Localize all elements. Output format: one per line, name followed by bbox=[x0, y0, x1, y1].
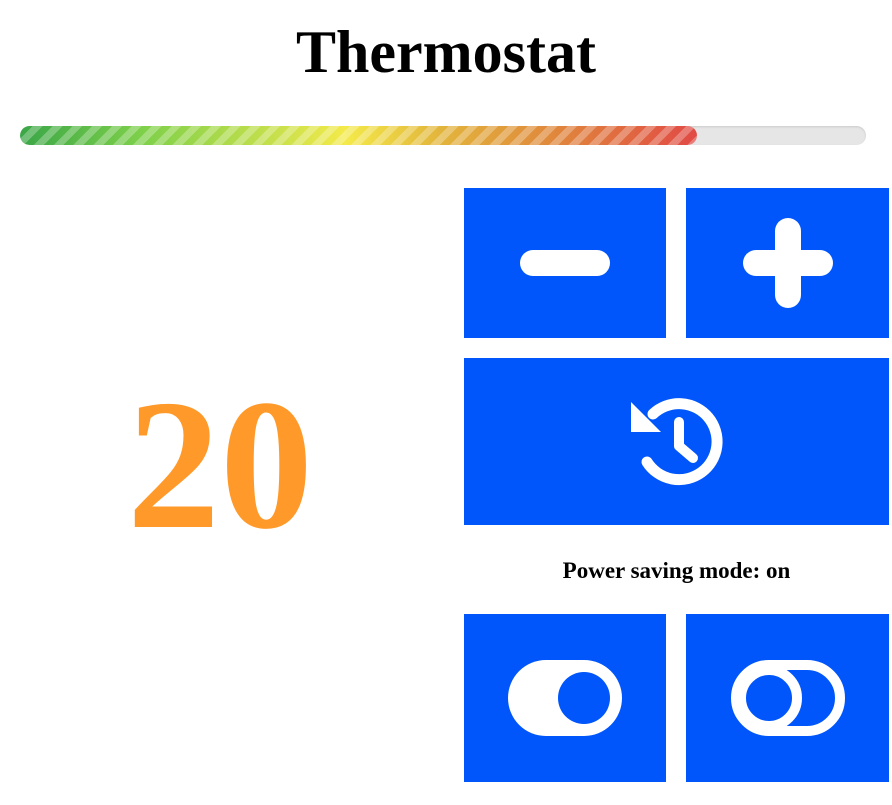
minus-icon bbox=[520, 250, 610, 276]
power-saving-status: Power saving mode: on bbox=[562, 558, 791, 583]
plus-icon bbox=[742, 218, 833, 308]
reset-history-button[interactable] bbox=[464, 358, 889, 525]
temperature-display: 20 bbox=[127, 362, 313, 568]
toggle-off-icon bbox=[730, 660, 845, 736]
power-saving-on-button[interactable] bbox=[464, 614, 666, 782]
toggle-on-icon bbox=[508, 660, 622, 736]
history-icon bbox=[627, 392, 727, 492]
temperature-gauge-fill bbox=[20, 126, 697, 145]
decrease-temperature-button[interactable] bbox=[464, 188, 666, 338]
power-saving-off-button[interactable] bbox=[686, 614, 889, 782]
page-title: Thermostat bbox=[296, 19, 596, 85]
increase-temperature-button[interactable] bbox=[686, 188, 889, 338]
temperature-gauge bbox=[20, 126, 866, 145]
